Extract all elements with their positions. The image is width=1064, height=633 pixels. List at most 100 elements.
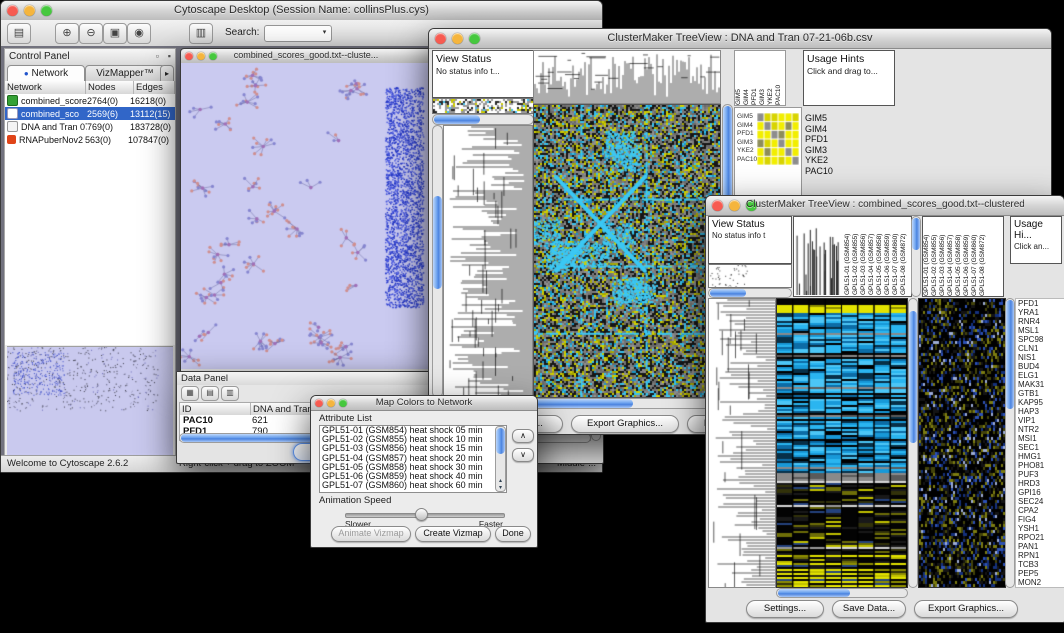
gene-label[interactable]: MSL1: [1018, 326, 1064, 335]
navigator-canvas[interactable]: [708, 264, 792, 288]
matrix-label[interactable]: GIM5: [737, 113, 757, 122]
attribute-listbox[interactable]: GPL51-01 (GSM854) heat shock 05 minGPL51…: [319, 425, 507, 493]
row-dendrogram[interactable]: [708, 298, 776, 588]
zoom-button[interactable]: [339, 399, 347, 407]
close-button[interactable]: [435, 33, 446, 44]
gene-label[interactable]: GTB1: [1018, 389, 1064, 398]
listbox-vscrollbar[interactable]: ▴ ▾: [495, 426, 506, 492]
scroll-thumb[interactable]: [778, 589, 850, 597]
close-button[interactable]: [712, 200, 723, 211]
column-label[interactable]: GIM4: [743, 51, 751, 105]
zoom-fit-icon[interactable]: ▣: [103, 23, 127, 44]
column-label[interactable]: PFD1: [751, 51, 759, 105]
gene-label[interactable]: PUF3: [1018, 470, 1064, 479]
settings-button[interactable]: Settings...: [746, 600, 824, 618]
gene-label[interactable]: MAK31: [1018, 380, 1064, 389]
gene-label[interactable]: YRA1: [1018, 308, 1064, 317]
column-label[interactable]: PAC10: [775, 51, 783, 105]
column-label[interactable]: GPL51-02 (GSM855): [852, 218, 860, 295]
network-row[interactable]: DNA and Tran 07 769(0) 183728(0): [5, 120, 175, 133]
scroll-thumb[interactable]: [535, 399, 633, 408]
heatmap-vscrollbar[interactable]: [908, 298, 918, 588]
gene-label[interactable]: PFD1: [805, 134, 849, 145]
gene-label[interactable]: BUD4: [1018, 362, 1064, 371]
attribute-option[interactable]: GPL51-02 (GSM855) heat shock 10 min: [320, 435, 506, 444]
heatmap-canvas[interactable]: [776, 298, 908, 588]
correlation-minimap[interactable]: [757, 113, 799, 165]
search-dropdown-icon[interactable]: ▾: [318, 26, 331, 39]
zoom-selected-icon[interactable]: ◉: [127, 23, 151, 44]
col-edges[interactable]: Edges: [134, 81, 175, 94]
scroll-up-arrow[interactable]: ▴: [496, 477, 505, 484]
network-row[interactable]: RNAPuberNov2 563(0) 107847(0): [5, 133, 175, 146]
attribute-option[interactable]: GPL51-01 (GSM854) heat shock 05 min: [320, 426, 506, 435]
gene-label[interactable]: SEC24: [1018, 497, 1064, 506]
scroll-thumb[interactable]: [433, 196, 442, 288]
new-attribute-icon[interactable]: ▥: [221, 386, 239, 401]
scroll-thumb[interactable]: [909, 311, 917, 443]
gene-label[interactable]: HRD3: [1018, 479, 1064, 488]
matrix-label[interactable]: PAC10: [737, 156, 757, 165]
gene-label[interactable]: RNR4: [1018, 317, 1064, 326]
scroll-thumb[interactable]: [1006, 300, 1014, 409]
network-view-titlebar[interactable]: combined_scores_good.txt--cluste...: [181, 49, 431, 64]
gene-label[interactable]: FIG4: [1018, 515, 1064, 524]
column-label[interactable]: GPL51-01 (GSM854): [844, 218, 852, 295]
gene-label[interactable]: NIS1: [1018, 353, 1064, 362]
column-label[interactable]: GPL51-08 (GSM872): [900, 218, 908, 295]
gene-label[interactable]: ELG1: [1018, 371, 1064, 380]
heatmap-canvas[interactable]: [533, 104, 721, 398]
cytoscape-titlebar[interactable]: Cytoscape Desktop (Session Name: collins…: [1, 1, 602, 21]
matrix-label[interactable]: YKE2: [737, 147, 757, 156]
gene-label[interactable]: GIM5: [805, 113, 849, 124]
navigator-canvas[interactable]: [432, 98, 534, 114]
export-graphics-button[interactable]: Export Graphics...: [914, 600, 1018, 618]
navigator-hscrollbar[interactable]: [708, 288, 792, 298]
gene-label[interactable]: PAC10: [805, 166, 849, 177]
column-label[interactable]: GPL51-01 (GSM854): [923, 217, 931, 296]
network-canvas[interactable]: [181, 63, 429, 369]
network-row-selected[interactable]: combined_sco 2569(6) 13112(15): [5, 107, 175, 120]
table-grid-icon[interactable]: ▦: [181, 386, 199, 401]
attribute-option[interactable]: GPL51-05 (GSM858) heat shock 30 min: [320, 463, 506, 472]
move-down-button[interactable]: ∨: [512, 448, 534, 462]
network-overview-canvas[interactable]: [7, 347, 171, 453]
gene-label[interactable]: YSH1: [1018, 524, 1064, 533]
minimize-button[interactable]: [729, 200, 740, 211]
gene-label[interactable]: HAP3: [1018, 407, 1064, 416]
dialog-titlebar[interactable]: Map Colors to Network: [311, 396, 537, 411]
gene-label[interactable]: GIM4: [805, 124, 849, 135]
col-id[interactable]: ID: [180, 403, 251, 415]
col-nodes[interactable]: Nodes: [86, 81, 134, 94]
gene-label[interactable]: YKE2: [805, 155, 849, 166]
gene-label[interactable]: GIM3: [805, 145, 849, 156]
column-label[interactable]: GIM3: [759, 51, 767, 105]
scroll-down-arrow[interactable]: ▾: [496, 484, 505, 491]
gene-label[interactable]: CPA2: [1018, 506, 1064, 515]
column-label[interactable]: GPL51-05 (GSM858): [876, 218, 884, 295]
gene-label[interactable]: NTR2: [1018, 425, 1064, 434]
gene-label[interactable]: RPO21: [1018, 533, 1064, 542]
column-label[interactable]: GPL51-04 (GSM857): [947, 217, 955, 296]
move-up-button[interactable]: ∧: [512, 429, 534, 443]
animate-vizmap-button[interactable]: Animate Vizmap: [331, 526, 411, 542]
tree-vscrollbar[interactable]: [432, 125, 443, 398]
minimize-button[interactable]: [452, 33, 463, 44]
done-button[interactable]: Done: [495, 526, 531, 542]
attribute-option[interactable]: GPL51-04 (GSM857) heat shock 20 min: [320, 454, 506, 463]
column-label[interactable]: GPL51-07 (GSM860): [892, 218, 900, 295]
heatmap-hscrollbar[interactable]: [533, 398, 723, 409]
secondary-vscrollbar[interactable]: [1005, 298, 1015, 588]
minimize-button[interactable]: [327, 399, 335, 407]
gene-label[interactable]: CLN1: [1018, 344, 1064, 353]
matrix-label[interactable]: PFD1: [737, 130, 757, 139]
snapshot-icon[interactable]: ▥: [189, 23, 213, 44]
column-dendrogram[interactable]: [795, 218, 843, 295]
select-attributes-icon[interactable]: ▤: [201, 386, 219, 401]
zoom-out-icon[interactable]: ⊖: [79, 23, 103, 44]
close-button[interactable]: [315, 399, 323, 407]
gene-label[interactable]: RPN1: [1018, 551, 1064, 560]
gene-label[interactable]: PHO81: [1018, 461, 1064, 470]
gene-label[interactable]: GPI16: [1018, 488, 1064, 497]
column-label[interactable]: GPL51-03 (GSM856): [860, 218, 868, 295]
